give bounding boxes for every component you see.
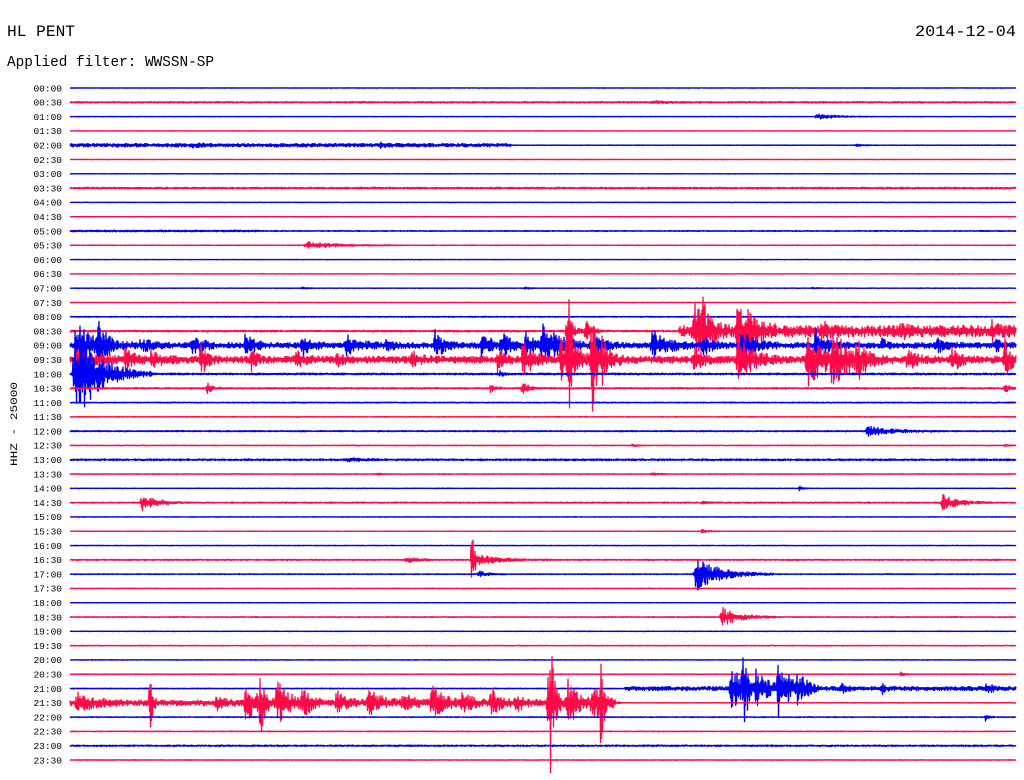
trace-03-30 (69, 186, 1017, 190)
trace-06-30 (69, 272, 1017, 275)
trace-18-00 (69, 601, 1017, 604)
trace-12-30 (69, 443, 1017, 448)
trace-20-30 (69, 671, 1017, 677)
helicorder-plot: HL PENT 2014-12-04 Applied filter: WWSSN… (7, 23, 1017, 774)
time-label-08-00: 08:00 (33, 312, 62, 323)
time-label-12-00: 12:00 (33, 426, 62, 437)
trace-06-00 (69, 258, 1017, 261)
time-label-09-00: 09:00 (33, 341, 62, 352)
time-label-13-00: 13:00 (33, 455, 62, 466)
time-label-04-00: 04:00 (33, 198, 62, 209)
trace-05-00 (69, 229, 1017, 233)
time-label-09-30: 09:30 (33, 355, 62, 366)
time-label-01-30: 01:30 (33, 126, 62, 137)
time-label-08-30: 08:30 (33, 326, 62, 337)
time-label-21-30: 21:30 (33, 698, 62, 709)
time-label-07-00: 07:00 (33, 284, 62, 295)
trace-16-00 (69, 544, 1017, 547)
time-label-06-30: 06:30 (33, 269, 62, 280)
trace-11-30 (69, 415, 1017, 418)
time-label-10-00: 10:00 (33, 369, 62, 380)
trace-13-30 (69, 472, 1017, 476)
time-label-16-00: 16:00 (33, 541, 62, 552)
time-label-17-00: 17:00 (33, 569, 62, 580)
trace-07-30 (69, 301, 1017, 304)
time-label-20-30: 20:30 (33, 670, 62, 681)
time-label-17-30: 17:30 (33, 584, 62, 595)
time-label-22-30: 22:30 (33, 727, 62, 738)
trace-18-30 (69, 607, 1017, 626)
time-label-20-00: 20:00 (33, 655, 62, 666)
time-label-12-30: 12:30 (33, 441, 62, 452)
trace-10-30 (69, 382, 1017, 395)
time-label-13-30: 13:30 (33, 469, 62, 480)
seismic-traces (69, 87, 1017, 774)
trace-22-30 (69, 730, 1017, 733)
time-label-10-30: 10:30 (33, 384, 62, 395)
trace-23-00 (69, 744, 1017, 748)
trace-19-00 (69, 630, 1017, 633)
time-label-21-00: 21:00 (33, 684, 62, 695)
time-label-19-30: 19:30 (33, 641, 62, 652)
time-label-11-30: 11:30 (33, 412, 62, 423)
time-label-00-00: 00:00 (33, 83, 62, 94)
time-label-05-00: 05:00 (33, 226, 62, 237)
time-label-00-30: 00:30 (33, 98, 62, 109)
trace-17-30 (69, 587, 1017, 590)
time-label-23-30: 23:30 (33, 755, 62, 766)
time-label-06-00: 06:00 (33, 255, 62, 266)
trace-15-00 (69, 516, 1017, 518)
trace-19-30 (69, 644, 1017, 647)
time-label-03-30: 03:30 (33, 183, 62, 194)
trace-15-30 (69, 528, 1017, 534)
trace-21-00 (69, 657, 1017, 723)
trace-14-30 (69, 493, 1017, 511)
plot-date: 2014-12-04 (915, 23, 1016, 41)
time-label-14-30: 14:30 (33, 498, 62, 509)
trace-22-00 (69, 714, 1017, 722)
time-axis-labels: 00:00 00:30 01:00 01:30 02:00 02:30 03:00 03:30… (33, 83, 62, 766)
trace-17-00 (69, 560, 1017, 591)
time-label-03-00: 03:00 (33, 169, 62, 180)
trace-14-00 (69, 485, 1017, 492)
trace-08-00 (69, 315, 1017, 318)
time-label-15-30: 15:30 (33, 527, 62, 538)
time-label-04-30: 04:30 (33, 212, 62, 223)
time-label-02-00: 02:00 (33, 141, 62, 152)
time-label-11-00: 11:00 (33, 398, 62, 409)
time-label-19-00: 19:00 (33, 627, 62, 638)
time-label-16-30: 16:30 (33, 555, 62, 566)
filter-label: Applied filter: WWSSN-SP (7, 54, 214, 71)
trace-13-00 (69, 457, 1017, 463)
trace-01-00 (69, 113, 1017, 120)
trace-11-00 (69, 401, 1017, 404)
trace-07-00 (69, 286, 1017, 290)
y-axis-label: HHZ - 25000 (9, 382, 21, 466)
time-label-18-00: 18:00 (33, 598, 62, 609)
time-label-05-30: 05:30 (33, 241, 62, 252)
trace-12-00 (69, 425, 1017, 437)
trace-23-30 (69, 759, 1017, 761)
trace-20-00 (69, 658, 1017, 661)
trace-00-30 (69, 100, 1017, 105)
time-label-15-00: 15:00 (33, 512, 62, 523)
time-label-02-30: 02:30 (33, 155, 62, 166)
time-label-14-00: 14:00 (33, 484, 62, 495)
station-title: HL PENT (7, 23, 75, 41)
time-label-22-00: 22:00 (33, 712, 62, 723)
time-label-23-00: 23:00 (33, 741, 62, 752)
time-label-01-00: 01:00 (33, 112, 62, 123)
time-label-18-30: 18:30 (33, 612, 62, 623)
trace-05-30 (69, 241, 1017, 249)
time-label-07-30: 07:30 (33, 298, 62, 309)
trace-02-00 (69, 141, 1017, 149)
